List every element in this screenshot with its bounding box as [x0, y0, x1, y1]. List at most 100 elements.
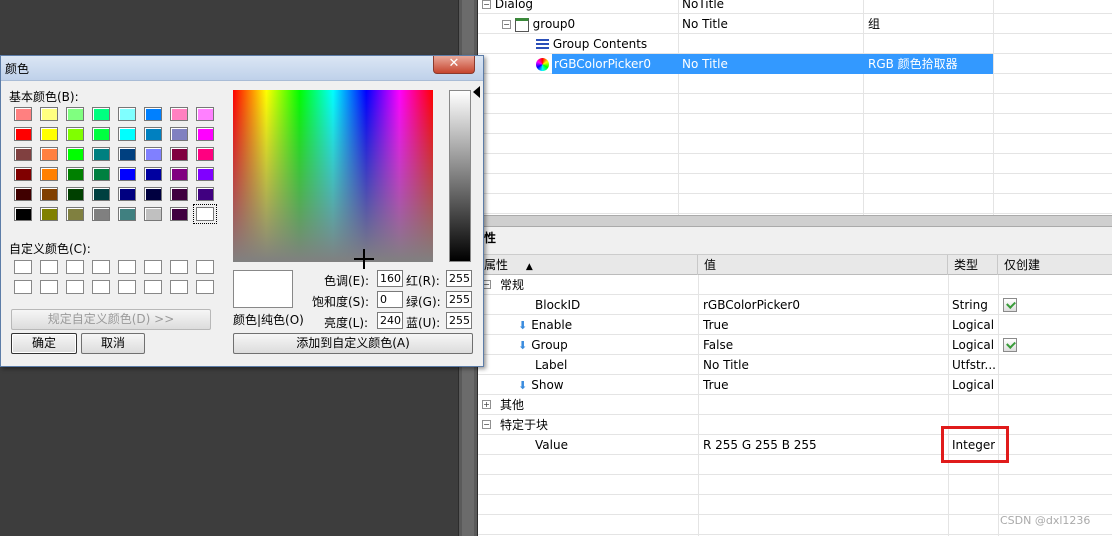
basic-color-swatch[interactable] [170, 207, 188, 221]
property-value[interactable]: True [703, 315, 729, 335]
basic-color-swatch[interactable] [196, 127, 214, 141]
lum-input[interactable]: 240 [377, 312, 403, 329]
basic-color-swatch[interactable] [66, 167, 84, 181]
cancel-button[interactable]: 取消 [81, 333, 145, 354]
basic-color-swatch[interactable] [170, 147, 188, 161]
basic-color-swatch[interactable] [40, 127, 58, 141]
hue-input[interactable]: 160 [377, 270, 403, 287]
sat-input[interactable]: 0 [377, 291, 403, 308]
horizontal-splitter[interactable] [478, 215, 1112, 227]
header-name[interactable]: 属性 ▲ [478, 255, 698, 275]
property-value[interactable]: False [703, 335, 733, 355]
basic-color-swatch[interactable] [118, 187, 136, 201]
property-group-row[interactable]: − 常规 [478, 275, 1112, 295]
basic-color-swatch[interactable] [14, 207, 32, 221]
basic-color-swatch[interactable] [66, 147, 84, 161]
custom-color-swatch[interactable] [14, 260, 32, 274]
custom-color-swatch[interactable] [14, 280, 32, 294]
basic-color-swatch[interactable] [14, 167, 32, 181]
add-custom-button[interactable]: 添加到自定义颜色(A) [233, 333, 473, 354]
luminance-arrow-icon[interactable] [473, 86, 480, 98]
checkbox-icon[interactable] [1003, 298, 1017, 312]
tree-row[interactable]: − Dialog NoTitle [478, 0, 1112, 14]
property-value[interactable]: True [703, 375, 729, 395]
basic-color-swatch[interactable] [40, 207, 58, 221]
basic-color-swatch[interactable] [196, 107, 214, 121]
basic-color-swatch[interactable] [144, 207, 162, 221]
basic-color-swatch[interactable] [144, 147, 162, 161]
basic-color-swatch[interactable] [92, 127, 110, 141]
basic-color-swatch[interactable] [196, 167, 214, 181]
property-row[interactable]: ⬇ Enable True Logical [478, 315, 1112, 335]
property-row[interactable]: Label No Title Utfstr... [478, 355, 1112, 375]
basic-color-swatch[interactable] [40, 187, 58, 201]
basic-color-swatch[interactable] [40, 147, 58, 161]
basic-color-swatch[interactable] [118, 147, 136, 161]
basic-color-swatch[interactable] [40, 167, 58, 181]
custom-color-swatch[interactable] [144, 280, 162, 294]
custom-color-swatch[interactable] [170, 260, 188, 274]
basic-color-swatch[interactable] [193, 204, 217, 224]
custom-color-swatch[interactable] [40, 280, 58, 294]
tree-row-selected[interactable]: rGBColorPicker0 No Title RGB 颜色拾取器 [478, 54, 1112, 74]
basic-color-swatch[interactable] [40, 107, 58, 121]
property-row[interactable]: BlockID rGBColorPicker0 String [478, 295, 1112, 315]
property-value[interactable]: R 255 G 255 B 255 [703, 435, 817, 455]
basic-color-swatch[interactable] [118, 127, 136, 141]
basic-color-swatch[interactable] [66, 207, 84, 221]
basic-color-swatch[interactable] [66, 107, 84, 121]
green-input[interactable]: 255 [446, 291, 472, 308]
checkbox-icon[interactable] [1003, 338, 1017, 352]
basic-color-swatch[interactable] [66, 187, 84, 201]
red-input[interactable]: 255 [446, 270, 472, 287]
custom-color-swatch[interactable] [196, 280, 214, 294]
basic-color-swatch[interactable] [170, 187, 188, 201]
basic-color-swatch[interactable] [14, 147, 32, 161]
custom-color-swatch[interactable] [66, 260, 84, 274]
property-row[interactable]: Value R 255 G 255 B 255 Integer [478, 435, 1112, 455]
property-group-row[interactable]: + 其他 [478, 395, 1112, 415]
property-group-row[interactable]: − 特定于块 [478, 415, 1112, 435]
blue-input[interactable]: 255 [446, 312, 472, 329]
ok-button[interactable]: 确定 [11, 333, 77, 354]
basic-color-swatch[interactable] [92, 167, 110, 181]
basic-color-swatch[interactable] [66, 127, 84, 141]
custom-color-swatch[interactable] [92, 260, 110, 274]
basic-color-swatch[interactable] [14, 127, 32, 141]
tree-row[interactable]: Group Contents [478, 34, 1112, 54]
custom-color-swatch[interactable] [170, 280, 188, 294]
color-spectrum[interactable] [233, 90, 433, 262]
header-value[interactable]: 值 [698, 255, 948, 275]
property-value[interactable]: rGBColorPicker0 [703, 295, 800, 315]
property-row[interactable]: ⬇ Show True Logical [478, 375, 1112, 395]
basic-color-swatch[interactable] [196, 147, 214, 161]
expand-icon[interactable]: + [482, 400, 491, 409]
basic-color-swatch[interactable] [144, 127, 162, 141]
luminance-slider[interactable] [449, 90, 471, 262]
basic-color-swatch[interactable] [118, 207, 136, 221]
basic-color-swatch[interactable] [92, 207, 110, 221]
basic-color-swatch[interactable] [118, 107, 136, 121]
basic-color-swatch[interactable] [14, 107, 32, 121]
header-type[interactable]: 类型 [948, 255, 998, 275]
basic-color-swatch[interactable] [92, 147, 110, 161]
tree-row[interactable]: − group0 No Title 组 [478, 14, 1112, 34]
custom-color-swatch[interactable] [144, 260, 162, 274]
basic-color-swatch[interactable] [92, 187, 110, 201]
basic-color-swatch[interactable] [14, 187, 32, 201]
custom-color-swatch[interactable] [118, 260, 136, 274]
custom-color-swatch[interactable] [196, 260, 214, 274]
custom-color-swatch[interactable] [40, 260, 58, 274]
dialog-titlebar[interactable]: 颜色 ✕ [1, 56, 483, 81]
close-button[interactable]: ✕ [433, 56, 475, 74]
collapse-icon[interactable]: − [502, 20, 511, 29]
basic-color-swatch[interactable] [144, 167, 162, 181]
collapse-icon[interactable]: − [482, 420, 491, 429]
custom-color-swatch[interactable] [92, 280, 110, 294]
define-custom-button[interactable]: 规定自定义颜色(D) >> [11, 309, 211, 330]
basic-color-swatch[interactable] [170, 167, 188, 181]
basic-color-swatch[interactable] [92, 107, 110, 121]
basic-color-swatch[interactable] [196, 187, 214, 201]
header-readonly[interactable]: 仅创建 [998, 255, 1112, 275]
collapse-icon[interactable]: − [482, 0, 491, 9]
